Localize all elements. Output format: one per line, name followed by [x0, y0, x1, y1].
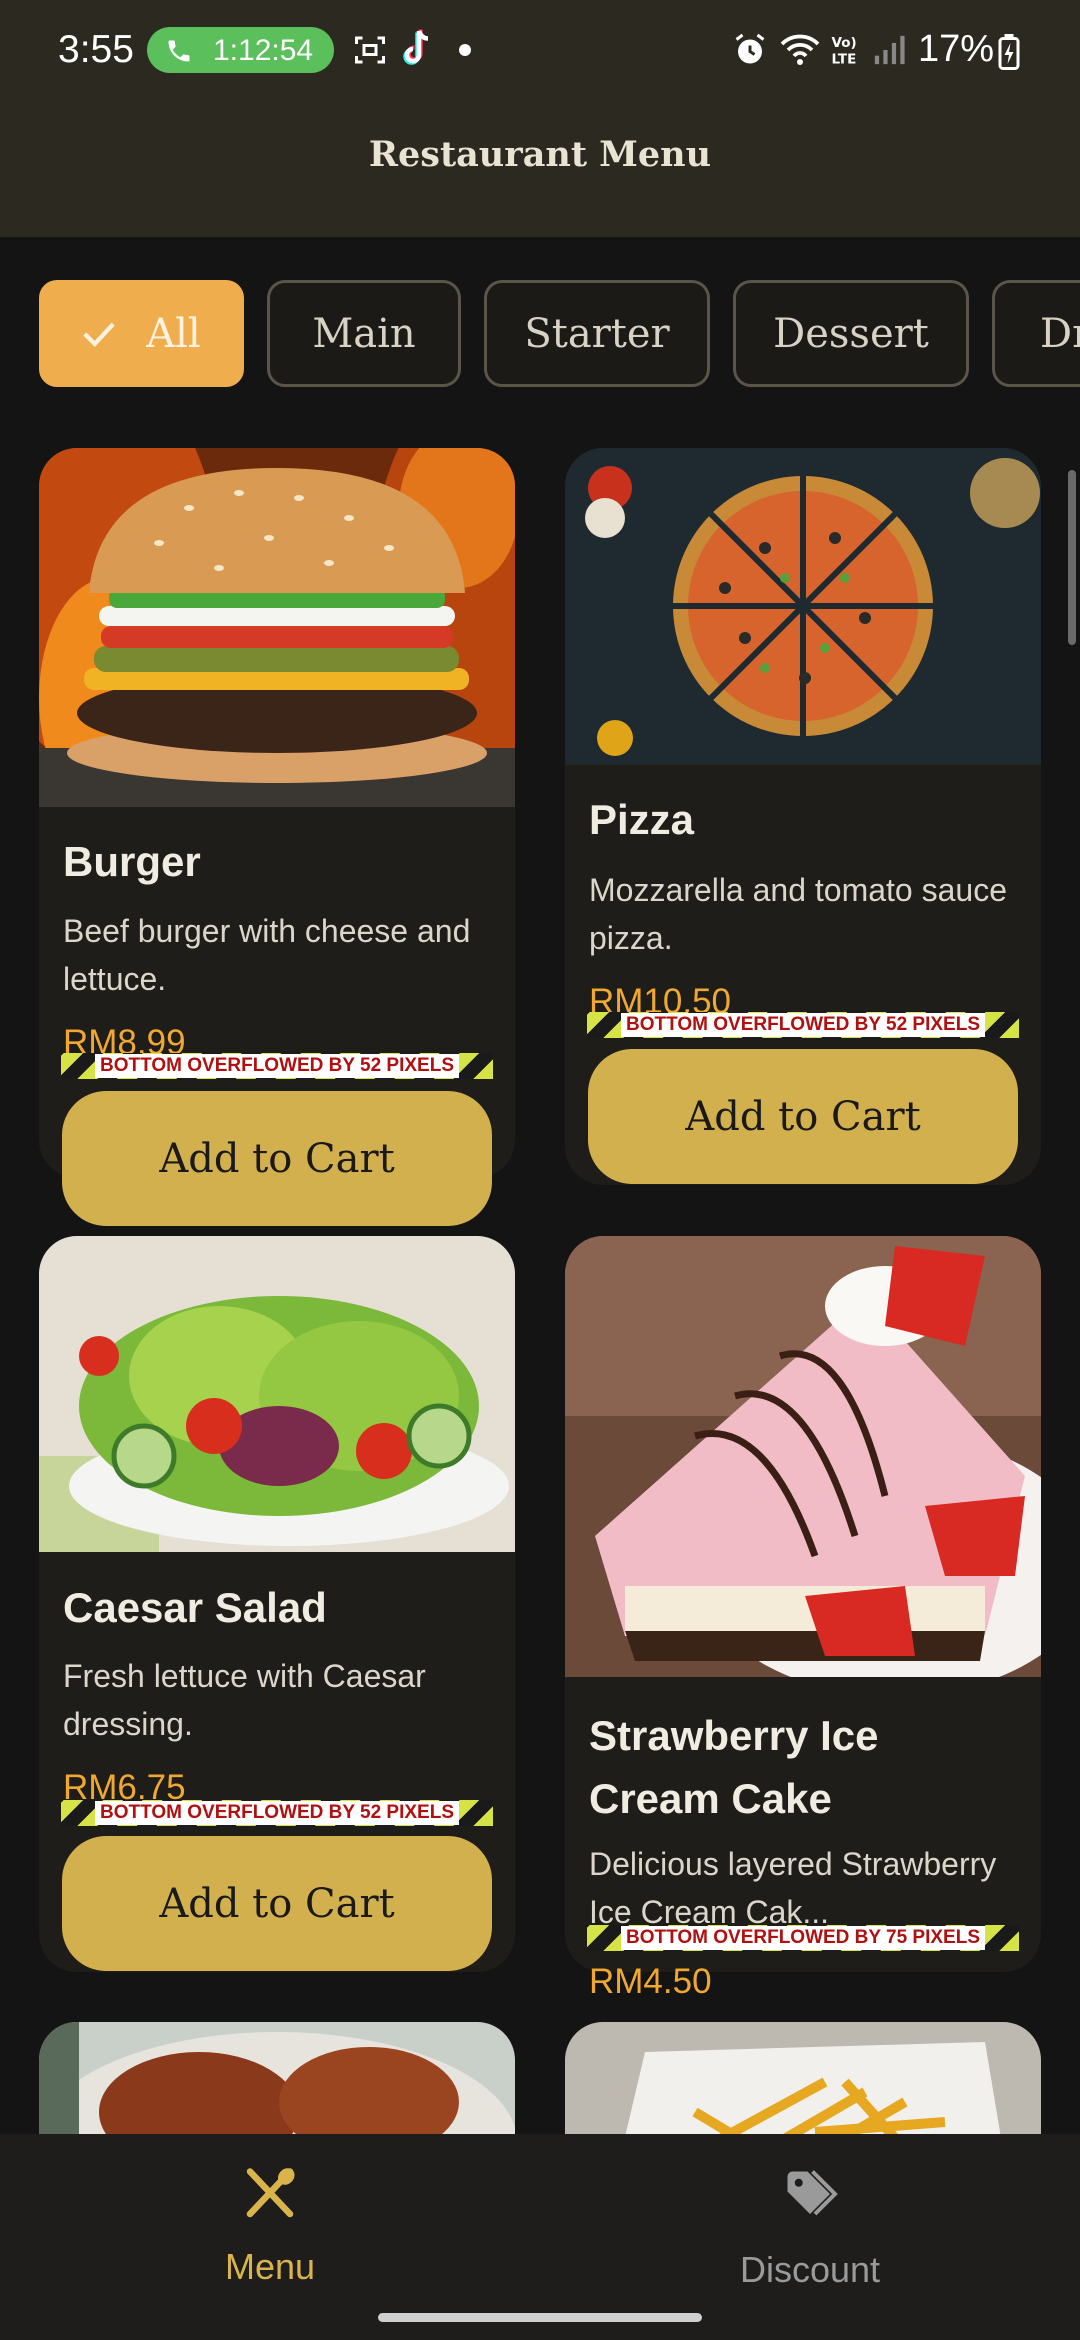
item-name: Strawberry Ice Cream Cake [589, 1712, 879, 1822]
status-bar: 3:55 1:12:54 Vo) LTE 17% [0, 0, 1080, 100]
salad-image [39, 1236, 515, 1552]
item-name: Pizza [589, 796, 695, 843]
svg-text:LTE: LTE [832, 52, 857, 68]
page-title: Restaurant Menu [368, 134, 712, 175]
notification-dot-icon [459, 44, 471, 56]
overflow-warning-banner: BOTTOM OVERFLOWED BY 52 PIXELS [587, 1012, 1019, 1038]
menu-item-card[interactable]: Strawberry Ice Cream Cake Delicious laye… [565, 1236, 1041, 1972]
item-description: Mozzarella and tomato sauce pizza. [589, 872, 1007, 956]
menu-item-card[interactable]: Burger Beef burger with cheese and lettu… [39, 448, 515, 1178]
signal-icon [874, 35, 905, 65]
alarm-icon [735, 33, 765, 64]
item-description: Fresh lettuce with Caesar dressing. [63, 1658, 426, 1742]
category-filter-bar: All Main Starter Dessert Dr [0, 280, 1080, 387]
add-to-cart-button[interactable]: Add to Cart [588, 1049, 1018, 1184]
nav-label: Menu [224, 2246, 316, 2287]
filter-chip-main[interactable]: Main [267, 280, 461, 387]
overflow-warning-text: BOTTOM OVERFLOWED BY 52 PIXELS [95, 1801, 459, 1825]
filter-chip-drinks[interactable]: Dr [992, 280, 1080, 387]
volte-icon: Vo)LTE [832, 35, 857, 68]
battery-charging-icon [998, 34, 1020, 70]
filter-chip-starter[interactable]: Starter [484, 280, 710, 387]
item-name: Caesar Salad [63, 1584, 327, 1631]
filter-chip-label: Main [312, 310, 416, 357]
overflow-warning-banner: BOTTOM OVERFLOWED BY 75 PIXELS [587, 1925, 1019, 1951]
filter-chip-dessert[interactable]: Dessert [733, 280, 969, 387]
nav-label: Discount [739, 2249, 881, 2290]
nav-item-menu[interactable]: Menu [0, 2134, 540, 2294]
overflow-warning-text: BOTTOM OVERFLOWED BY 75 PIXELS [621, 1926, 985, 1950]
status-time: 3:55 [58, 28, 134, 71]
bottom-navigation: Menu Discount [0, 2134, 1080, 2340]
wifi-icon [780, 34, 820, 65]
call-timer: 1:12:54 [213, 34, 314, 67]
overflow-warning-banner: BOTTOM OVERFLOWED BY 52 PIXELS [61, 1800, 493, 1826]
add-to-cart-button[interactable]: Add to Cart [62, 1091, 492, 1226]
app-header: 3:55 1:12:54 Vo) LTE 17% Restaurant Menu [0, 0, 1080, 237]
filter-chip-label: Dr [1040, 310, 1080, 357]
nav-item-discount[interactable]: Discount [540, 2134, 1080, 2294]
home-indicator[interactable] [378, 2313, 702, 2322]
overflow-warning-text: BOTTOM OVERFLOWED BY 52 PIXELS [621, 1013, 985, 1037]
filter-chip-label: Dessert [773, 310, 929, 357]
burger-image [39, 448, 515, 807]
overflow-warning-text: BOTTOM OVERFLOWED BY 52 PIXELS [95, 1054, 459, 1078]
item-price: RM4.50 [589, 1962, 712, 2001]
phone-icon [168, 40, 190, 62]
tiktok-icon [403, 29, 429, 65]
overflow-warning-banner: BOTTOM OVERFLOWED BY 52 PIXELS [61, 1053, 493, 1079]
cake-image [565, 1236, 1041, 1677]
item-description: Beef burger with cheese and lettuce. [63, 913, 471, 997]
screenshot-icon [355, 36, 385, 64]
pizza-image [565, 448, 1041, 765]
scrollbar-thumb[interactable] [1068, 470, 1076, 645]
tag-icon [787, 2170, 838, 2216]
add-to-cart-button[interactable]: Add to Cart [62, 1836, 492, 1971]
svg-text:Vo): Vo) [832, 35, 857, 51]
item-name: Burger [63, 838, 201, 885]
filter-chip-label: Starter [524, 310, 670, 357]
filter-chip-label: All [146, 310, 201, 357]
battery-percent: 17% [918, 28, 995, 70]
utensils-icon [246, 2168, 295, 2218]
filter-chip-all[interactable]: All [39, 280, 244, 387]
check-icon [83, 322, 115, 347]
item-description: Delicious layered Strawberry Ice Cream C… [589, 1846, 997, 1930]
ongoing-call-pill[interactable]: 1:12:54 [147, 27, 334, 73]
